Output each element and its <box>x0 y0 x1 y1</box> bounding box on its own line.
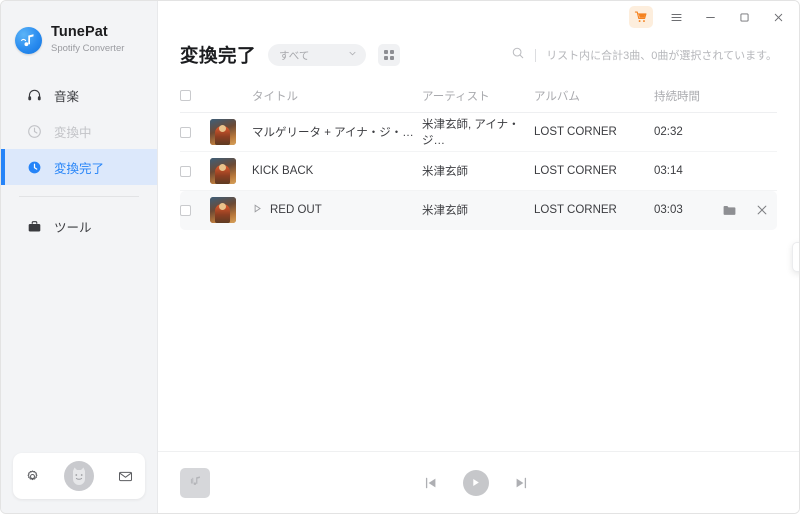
menu-icon[interactable] <box>663 6 689 28</box>
track-title-cell: マルゲリータ + アイナ・ジ・… <box>252 124 422 140</box>
sidebar-item-music[interactable]: 音楽 <box>1 77 157 113</box>
headphones-icon <box>26 87 43 104</box>
sidebar-bottom <box>1 453 157 513</box>
open-folder-icon[interactable] <box>722 203 737 218</box>
maximize-icon[interactable] <box>731 6 757 28</box>
sidebar-bottom-card <box>13 453 145 499</box>
settings-gear-icon[interactable] <box>25 469 40 484</box>
sidebar: TunePat Spotify Converter 音楽 変換中 変換完了 ツー… <box>1 1 158 513</box>
track-title-cell: RED OUT <box>252 203 422 217</box>
previous-track-icon[interactable] <box>423 475 439 491</box>
select-all-checkbox[interactable] <box>180 90 191 101</box>
content: 変換完了 すべて リスト内に合計3曲、0曲が選択されています。 タイトル アーテ… <box>158 33 799 451</box>
column-header-title: タイトル <box>252 90 298 103</box>
track-artist: 米津玄師, アイナ・ジ… <box>422 119 520 147</box>
track-title-cell: KICK BACK <box>252 165 422 177</box>
selection-status: リスト内に合計3曲、0曲が選択されています。 <box>546 50 777 62</box>
sidebar-item-tools[interactable]: ツール <box>1 208 157 244</box>
music-note-icon <box>188 473 203 493</box>
header-row: 変換完了 すべて リスト内に合計3曲、0曲が選択されています。 <box>180 33 777 77</box>
briefcase-icon <box>26 218 43 235</box>
brand-subtitle: Spotify Converter <box>51 43 125 55</box>
select-all-checkbox-cell <box>180 90 210 101</box>
album-artwork <box>210 197 252 223</box>
row-checkbox[interactable] <box>180 126 191 138</box>
track-album: LOST CORNER <box>534 204 617 216</box>
clock-check-icon <box>26 159 43 176</box>
header-right: リスト内に合計3曲、0曲が選択されています。 <box>511 46 777 65</box>
chevron-down-icon <box>348 49 357 61</box>
sidebar-item-label: 変換完了 <box>54 161 105 176</box>
album-artwork <box>210 119 252 145</box>
sidebar-item-label: 音楽 <box>54 89 80 104</box>
sidebar-item-label: 変換中 <box>54 125 92 140</box>
row-checkbox-cell <box>180 126 210 138</box>
grid-dots <box>383 49 395 61</box>
app-window: TunePat Spotify Converter 音楽 変換中 変換完了 ツー… <box>0 0 800 514</box>
row-checkbox[interactable] <box>180 165 191 177</box>
track-album: LOST CORNER <box>534 126 617 138</box>
track-duration: 03:14 <box>654 165 683 177</box>
track-title: KICK BACK <box>252 165 314 177</box>
avatar <box>64 461 94 491</box>
track-artist: 米津玄師 <box>422 166 468 178</box>
table-row[interactable]: KICK BACK 米津玄師 LOST CORNER 03:14 <box>180 152 777 191</box>
search-icon[interactable] <box>511 46 525 65</box>
row-checkbox-cell <box>180 165 210 177</box>
row-actions <box>722 203 769 218</box>
tracks-table: タイトル アーティスト アルバム 持続時間 マルゲリータ + アイナ・ジ・… 米… <box>180 85 777 230</box>
album-artwork <box>210 158 252 184</box>
filter-value: すべて <box>279 49 310 62</box>
tooltip: Windowsエクスプローラーで表示 <box>792 242 799 272</box>
convert-progress-icon <box>26 123 43 140</box>
brand-name: TunePat <box>51 24 108 41</box>
row-checkbox[interactable] <box>180 204 191 216</box>
user-avatar[interactable] <box>64 461 94 491</box>
column-header-artist: アーティスト <box>422 90 490 103</box>
track-album: LOST CORNER <box>534 165 617 177</box>
play-track-icon[interactable] <box>252 203 263 217</box>
sidebar-item-label: ツール <box>54 220 92 235</box>
table-row[interactable]: マルゲリータ + アイナ・ジ・… 米津玄師, アイナ・ジ… LOST CORNE… <box>180 113 777 152</box>
grid-view-icon[interactable] <box>378 44 401 66</box>
sidebar-nav: 音楽 変換中 変換完了 ツール <box>1 77 157 244</box>
player-bar <box>158 451 799 513</box>
close-icon[interactable] <box>765 6 791 28</box>
minimize-icon[interactable] <box>697 6 723 28</box>
filter-dropdown[interactable]: すべて <box>268 44 367 66</box>
track-title: マルゲリータ + アイナ・ジ・… <box>252 127 414 139</box>
sidebar-item-converted[interactable]: 変換完了 <box>1 149 157 185</box>
track-title: RED OUT <box>270 204 322 216</box>
page-title: 変換完了 <box>180 45 257 66</box>
player-artwork-placeholder <box>180 467 210 498</box>
column-header-album: アルバム <box>534 90 580 103</box>
header-divider <box>535 48 537 62</box>
main-area: 変換完了 すべて リスト内に合計3曲、0曲が選択されています。 タイトル アーテ… <box>158 1 799 513</box>
table-row[interactable]: RED OUT 米津玄師 LOST CORNER 03:03 <box>180 191 777 230</box>
player-controls <box>423 469 529 496</box>
track-artist: 米津玄師 <box>422 205 468 217</box>
sidebar-item-converting[interactable]: 変換中 <box>1 113 157 149</box>
column-header-duration: 持続時間 <box>654 90 700 103</box>
table-header: タイトル アーティスト アルバム 持続時間 <box>180 85 777 113</box>
next-track-icon[interactable] <box>513 475 529 491</box>
play-icon[interactable] <box>462 469 489 496</box>
music-note-circle-icon <box>15 26 42 54</box>
row-checkbox-cell <box>180 204 210 216</box>
mail-envelope-icon[interactable] <box>118 469 133 484</box>
remove-close-icon[interactable] <box>755 203 769 217</box>
brand: TunePat Spotify Converter <box>1 1 157 63</box>
track-duration: 02:32 <box>654 126 683 138</box>
sidebar-divider <box>19 196 139 197</box>
cart-icon[interactable] <box>629 6 653 28</box>
titlebar <box>158 1 799 33</box>
